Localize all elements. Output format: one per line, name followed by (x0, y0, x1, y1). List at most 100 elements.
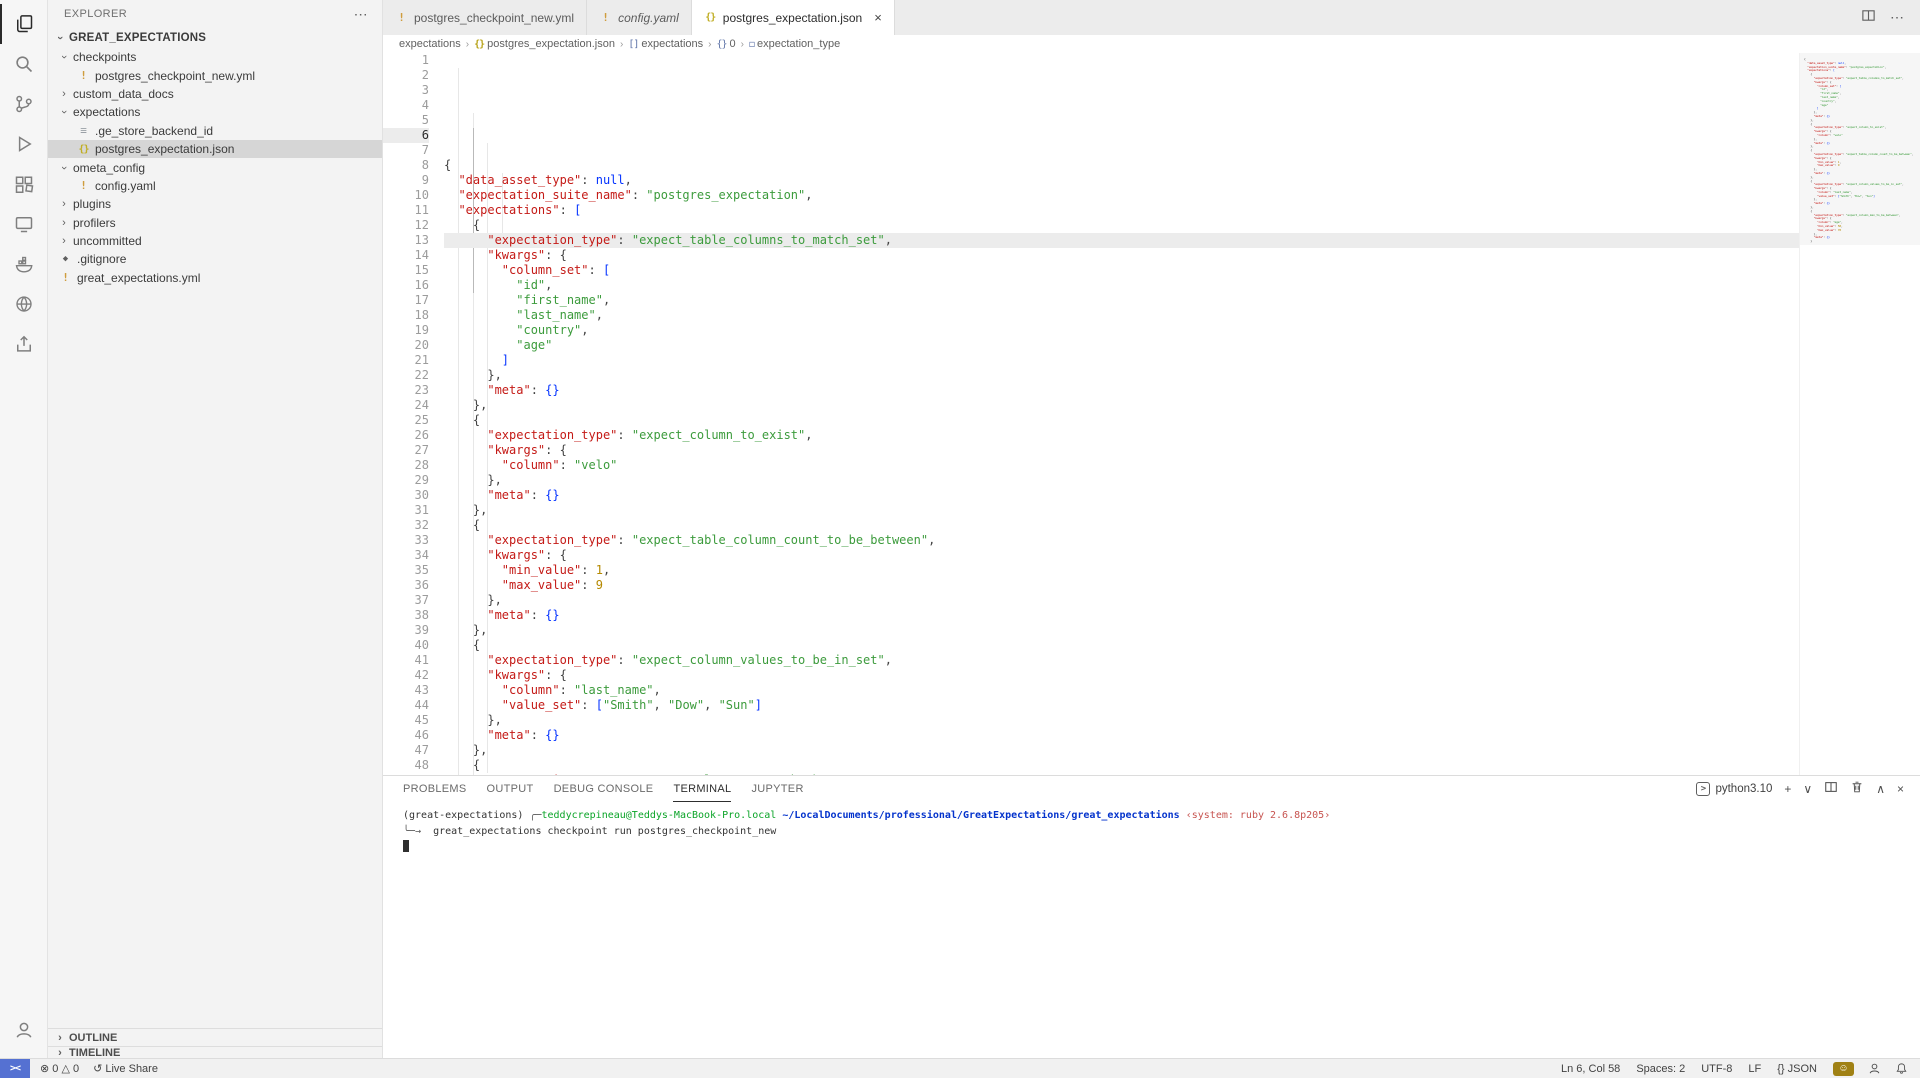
code-line[interactable]: { (444, 638, 1799, 653)
line-number[interactable]: 10 (383, 188, 429, 203)
line-number[interactable]: 40 (383, 638, 429, 653)
code-line[interactable]: "kwargs": { (444, 443, 1799, 458)
editor-gutter[interactable]: 1234567891011121314151617181920212223242… (383, 53, 437, 775)
breadcrumb-item-postgres-expectation-json[interactable]: {}postgres_expectation.json (474, 38, 615, 50)
live-share-icon[interactable] (0, 284, 48, 324)
new-terminal-icon[interactable]: + (1784, 782, 1791, 796)
line-number[interactable]: 31 (383, 503, 429, 518)
code-line[interactable]: "country", (444, 323, 1799, 338)
line-number[interactable]: 47 (383, 743, 429, 758)
code-line[interactable]: "expectation_type": "expect_table_column… (444, 233, 1799, 248)
bell-icon[interactable] (1895, 1062, 1908, 1075)
tree-item-plugins[interactable]: ›plugins (48, 195, 382, 213)
tree-item-expectations[interactable]: ›expectations (48, 103, 382, 121)
close-icon[interactable]: × (874, 10, 882, 25)
line-number[interactable]: 43 (383, 683, 429, 698)
tree-item-gitignore[interactable]: ◆.gitignore (48, 250, 382, 268)
source-control-icon[interactable] (0, 84, 48, 124)
tree-item-checkpoints[interactable]: ›checkpoints (48, 48, 382, 66)
breadcrumb-item-0[interactable]: {}0 (716, 38, 735, 50)
run-debug-icon[interactable] (0, 124, 48, 164)
code-line[interactable]: "first_name", (444, 293, 1799, 308)
tree-item-uncommitted[interactable]: ›uncommitted (48, 232, 382, 250)
line-number[interactable]: 27 (383, 443, 429, 458)
line-number[interactable]: 3 (383, 83, 429, 98)
code-line[interactable]: }, (444, 593, 1799, 608)
line-number[interactable]: 37 (383, 593, 429, 608)
line-number[interactable]: 13 (383, 233, 429, 248)
tree-item-great-expectations-yml[interactable]: !great_expectations.yml (48, 269, 382, 287)
line-number[interactable]: 35 (383, 563, 429, 578)
line-number[interactable]: 45 (383, 713, 429, 728)
code-line[interactable]: "expectations": [ (444, 203, 1799, 218)
tree-item-ge-store-backend-id[interactable]: ≡.ge_store_backend_id (48, 122, 382, 140)
line-number[interactable]: 29 (383, 473, 429, 488)
code-line[interactable]: { (444, 758, 1799, 773)
line-number[interactable]: 23 (383, 383, 429, 398)
panel-tab-problems[interactable]: PROBLEMS (403, 776, 467, 802)
account-icon[interactable] (0, 1010, 48, 1050)
tree-item-profilers[interactable]: ›profilers (48, 214, 382, 232)
code-line[interactable]: "expectation_type": "expect_column_to_ex… (444, 428, 1799, 443)
tree-item-custom-data-docs[interactable]: ›custom_data_docs (48, 85, 382, 103)
line-number[interactable]: 38 (383, 608, 429, 623)
remote-indicator[interactable]: >< (0, 1059, 30, 1078)
line-number[interactable]: 46 (383, 728, 429, 743)
tree-root-great-expectations[interactable]: › GREAT_EXPECTATIONS (48, 28, 382, 48)
code-line[interactable]: "max_value": 9 (444, 578, 1799, 593)
line-number[interactable]: 28 (383, 458, 429, 473)
code-line[interactable]: { (444, 158, 1799, 173)
terminal[interactable]: (great-expectations) ╭─teddycrepineau@Te… (383, 802, 1920, 1058)
section-timeline[interactable]: › TIMELINE (48, 1046, 382, 1058)
line-number[interactable]: 32 (383, 518, 429, 533)
split-editor-icon[interactable] (1861, 8, 1876, 28)
code-line[interactable]: "expectation_type": "expect_table_column… (444, 533, 1799, 548)
line-number[interactable]: 34 (383, 548, 429, 563)
code-line[interactable]: }, (444, 623, 1799, 638)
person-icon[interactable] (1868, 1062, 1881, 1075)
code-editor[interactable]: 1234567891011121314151617181920212223242… (383, 53, 1920, 775)
code-line[interactable]: { (444, 518, 1799, 533)
line-number[interactable]: 9 (383, 173, 429, 188)
line-number[interactable]: 11 (383, 203, 429, 218)
status-language-mode[interactable]: {} JSON (1777, 1063, 1817, 1075)
code-line[interactable]: { (444, 218, 1799, 233)
code-line[interactable]: "expectation_suite_name": "postgres_expe… (444, 188, 1799, 203)
code-line[interactable]: "kwargs": { (444, 248, 1799, 263)
line-number[interactable]: 39 (383, 623, 429, 638)
code-line[interactable]: "meta": {} (444, 383, 1799, 398)
panel-tab-debug-console[interactable]: DEBUG CONSOLE (554, 776, 654, 802)
code-line[interactable]: "last_name", (444, 308, 1799, 323)
line-number[interactable]: 15 (383, 263, 429, 278)
line-number[interactable]: 18 (383, 308, 429, 323)
tree-item-config-yaml[interactable]: !config.yaml (48, 177, 382, 195)
line-number[interactable]: 24 (383, 398, 429, 413)
split-terminal-icon[interactable] (1824, 780, 1838, 799)
breadcrumb-item-expectation-type[interactable]: ◻expectation_type (749, 38, 840, 50)
code-line[interactable]: "kwargs": { (444, 668, 1799, 683)
line-number[interactable]: 36 (383, 578, 429, 593)
code-line[interactable]: ] (444, 353, 1799, 368)
status-eol[interactable]: LF (1748, 1063, 1761, 1075)
code-line[interactable]: "value_set": ["Smith", "Dow", "Sun"] (444, 698, 1799, 713)
line-number[interactable]: 19 (383, 323, 429, 338)
status-problems-summary[interactable]: ⊗ 0 △ 0 (40, 1062, 79, 1075)
line-number[interactable]: 41 (383, 653, 429, 668)
feedback-smiley-icon[interactable]: ☺ (1833, 1062, 1854, 1076)
terminal-shell-selector[interactable]: > python3.10 (1696, 782, 1772, 796)
docker-icon[interactable] (0, 244, 48, 284)
remote-explorer-icon[interactable] (0, 204, 48, 244)
breadcrumb-item-expectations[interactable]: []expectations (628, 38, 703, 50)
line-number[interactable]: 1 (383, 53, 429, 68)
explorer-more-actions-icon[interactable]: ⋯ (354, 6, 368, 23)
line-number[interactable]: 49 (383, 773, 429, 775)
code-line[interactable]: "min_value": 1, (444, 563, 1799, 578)
line-number[interactable]: 25 (383, 413, 429, 428)
line-number[interactable]: 7 (383, 143, 429, 158)
terminal-profile-dropdown-icon[interactable]: ∨ (1803, 782, 1812, 796)
line-number[interactable]: 12 (383, 218, 429, 233)
code-line[interactable]: "column_set": [ (444, 263, 1799, 278)
line-number[interactable]: 42 (383, 668, 429, 683)
tree-item-ometa-config[interactable]: ›ometa_config (48, 158, 382, 176)
minimap[interactable]: { "data_asset_type": null, "expectation_… (1799, 53, 1920, 775)
